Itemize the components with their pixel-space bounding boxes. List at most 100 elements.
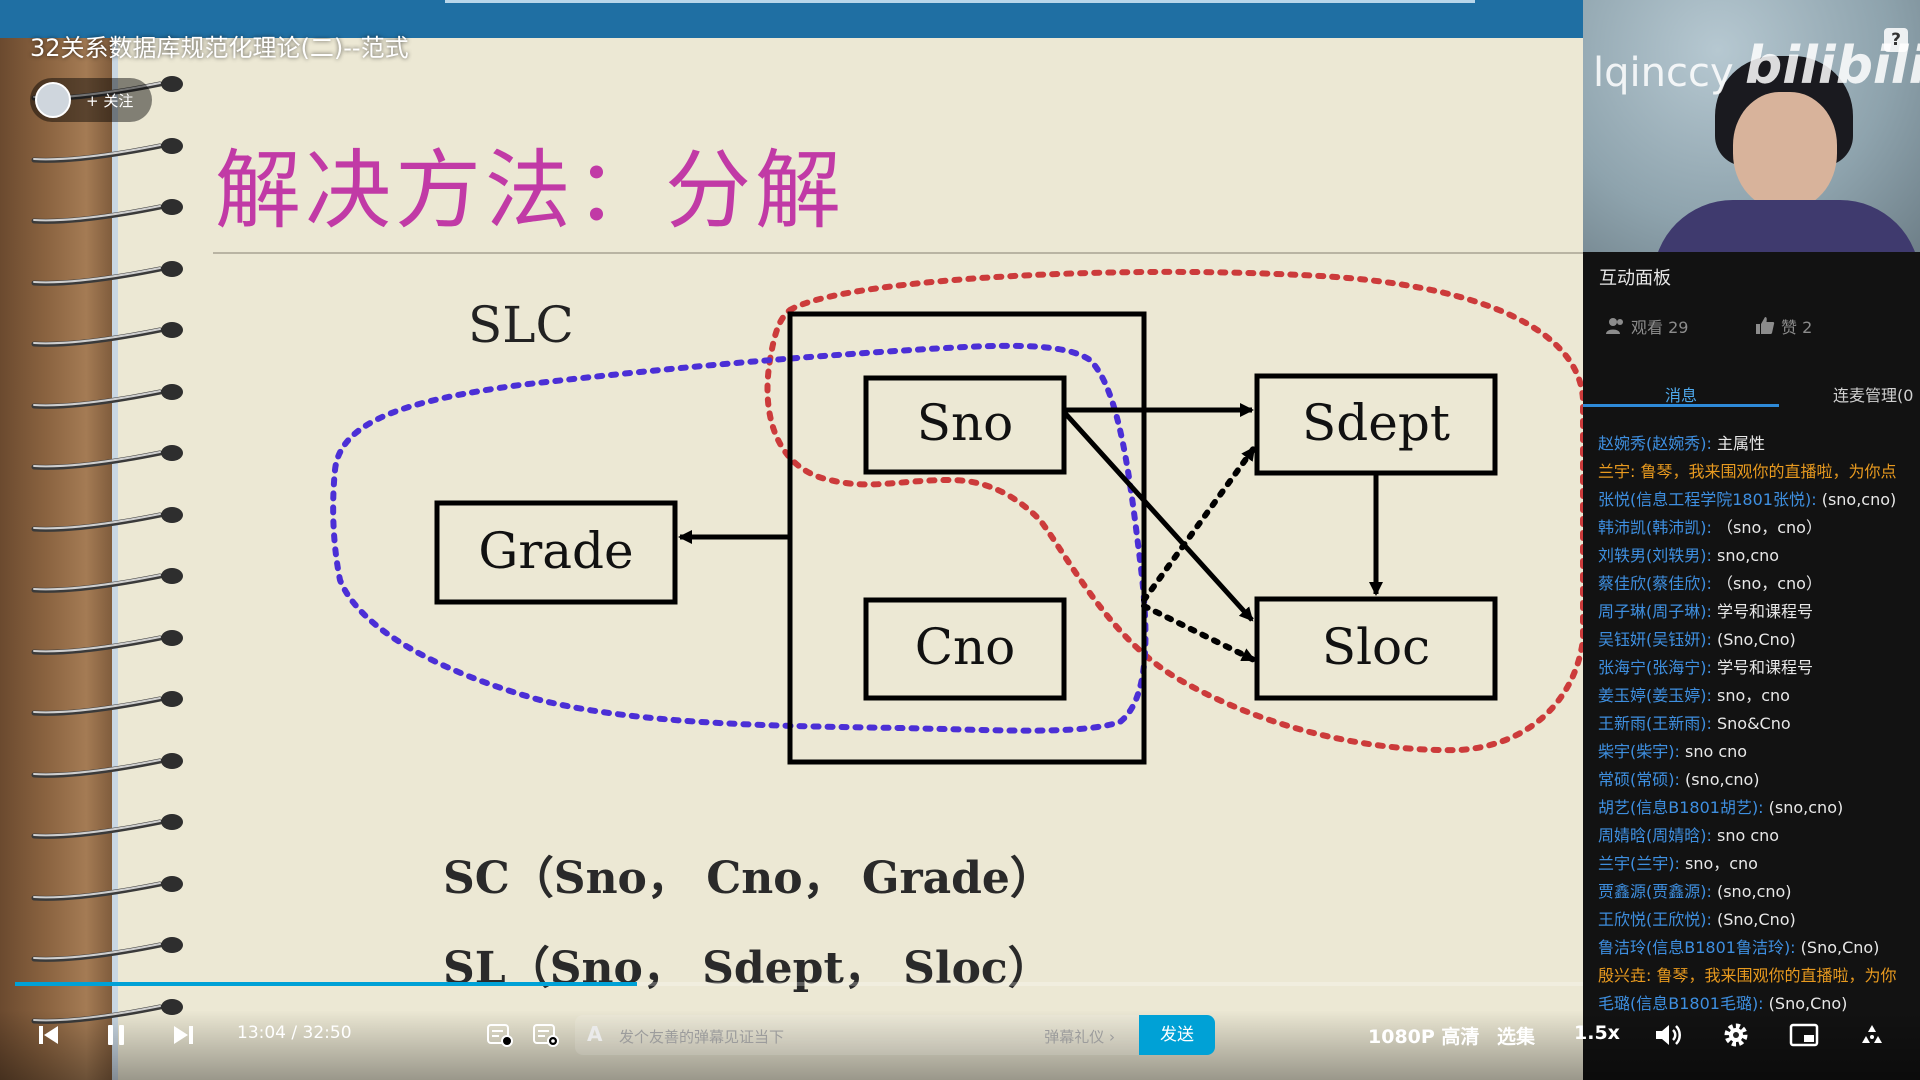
chat-message: 殷兴垚: 鲁琴，我来围观你的直播啦，为你 — [1598, 962, 1920, 990]
chat-username[interactable]: 柴宇(柴宇): — [1598, 742, 1680, 761]
chat-message: 周婧晗(周婧晗): sno cno — [1598, 822, 1920, 850]
chat-message: 姜玉婷(姜玉婷): sno，cno — [1598, 682, 1920, 710]
chat-text: (sno,cno) — [1816, 490, 1897, 509]
chat-text: (Sno,Cno) — [1711, 630, 1796, 649]
chat-username[interactable]: 周婧晗(周婧晗): — [1598, 826, 1712, 845]
like-count[interactable]: 赞 2 — [1755, 314, 1812, 338]
chat-text: sno cno — [1711, 826, 1780, 845]
previous-icon[interactable] — [32, 1019, 64, 1051]
progress-bar[interactable] — [15, 982, 1583, 986]
chat-message: 兰宇: 鲁琴，我来围观你的直播啦，为你点 — [1598, 458, 1920, 486]
chat-text: （sno，cno） — [1711, 574, 1822, 593]
chat-text: sno，cno — [1711, 686, 1790, 705]
chat-message: 兰宇(兰宇): sno，cno — [1598, 850, 1920, 878]
next-icon[interactable] — [168, 1019, 200, 1051]
chat-text: sno,cno — [1711, 546, 1780, 565]
viewer-count: 观看 29 — [1605, 314, 1688, 338]
relation-label-slc: SLC — [468, 296, 574, 354]
chat-message: 周子琳(周子琳): 学号和课程号 — [1598, 598, 1920, 626]
chat-text: (sno,cno) — [1711, 882, 1792, 901]
chat-text: 鲁琴，我来围观你的直播啦，为你点 — [1635, 462, 1897, 481]
panel-title: 互动面板 — [1599, 268, 1671, 289]
chat-username[interactable]: 张悦(信息工程学院1801张悦): — [1598, 490, 1817, 509]
key-group-box — [787, 311, 1147, 765]
episodes-button[interactable]: 选集 — [1497, 1022, 1535, 1049]
chat-text: 学号和课程号 — [1711, 658, 1813, 677]
danmaku-input-box[interactable]: A 发个友善的弹幕见证当下 弹幕礼仪 › 发送 — [575, 1015, 1215, 1055]
tab-mic-management[interactable]: 连麦管理(0 — [1833, 382, 1913, 406]
send-danmaku-button[interactable]: 发送 — [1139, 1015, 1215, 1055]
chat-message: 王新雨(王新雨): Sno&Cno — [1598, 710, 1920, 738]
chat-message: 张悦(信息工程学院1801张悦): (sno,cno) — [1598, 486, 1920, 514]
chat-username[interactable]: 刘轶男(刘轶男): — [1598, 546, 1712, 565]
danmaku-input[interactable]: 发个友善的弹幕见证当下 — [619, 1026, 784, 1047]
chat-message: 赵婉秀(赵婉秀): 主属性 — [1598, 430, 1920, 458]
chat-username[interactable]: 王新雨(王新雨): — [1598, 714, 1712, 733]
time-display: 13:04 / 32:50 — [237, 1023, 352, 1043]
volume-icon[interactable] — [1652, 1019, 1684, 1051]
chat-text: （sno，cno） — [1711, 518, 1822, 537]
presenter-face — [1733, 92, 1837, 210]
chat-message: 柴宇(柴宇): sno cno — [1598, 738, 1920, 766]
follow-label: + 关注 — [86, 92, 134, 110]
danmaku-etiquette-link[interactable]: 弹幕礼仪 › — [1044, 1026, 1115, 1047]
progress-bar-fill — [15, 982, 638, 986]
chat-username[interactable]: 吴钰妍(吴钰妍): — [1598, 630, 1712, 649]
chat-username[interactable]: 殷兴垚: — [1598, 966, 1651, 985]
chat-text: (sno,cno) — [1679, 770, 1760, 789]
chat-message: 韩沛凯(韩沛凯): （sno，cno） — [1598, 514, 1920, 542]
channel-watermark: lqinccy — [1593, 50, 1734, 96]
chat-username[interactable]: 韩沛凯(韩沛凯): — [1598, 518, 1712, 537]
pause-icon[interactable] — [100, 1019, 132, 1051]
box-grade-label: Grade — [478, 522, 633, 580]
settings-gear-icon[interactable] — [1720, 1019, 1752, 1051]
chat-username[interactable]: 姜玉婷(姜玉婷): — [1598, 686, 1712, 705]
dotted-arrow-key-to-sloc — [1141, 603, 1257, 663]
chat-message: 张海宁(张海宁): 学号和课程号 — [1598, 654, 1920, 682]
fullscreen-icon[interactable] — [1856, 1019, 1888, 1051]
danmaku-settings-icon[interactable] — [532, 1022, 560, 1048]
chat-username[interactable]: 蔡佳欣(蔡佳欣): — [1598, 574, 1712, 593]
picture-in-picture-icon[interactable] — [1788, 1019, 1820, 1051]
chat-message: 刘轶男(刘轶男): sno,cno — [1598, 542, 1920, 570]
panel-tabs: 消息 连麦管理(0 — [1583, 362, 1920, 406]
box-sloc-label: Sloc — [1322, 618, 1430, 676]
total-duration: 32:50 — [302, 1023, 352, 1043]
chat-username[interactable]: 张海宁(张海宁): — [1598, 658, 1712, 677]
slide-frame: 解决方法：分解 SLC Sno Cno Grade Sdept Sloc SC（… — [0, 0, 1583, 1080]
uploader-avatar[interactable] — [35, 82, 71, 118]
chat-username[interactable]: 周子琳(周子琳): — [1598, 602, 1712, 621]
video-player[interactable]: 解决方法：分解 SLC Sno Cno Grade Sdept Sloc SC（… — [0, 0, 1920, 1080]
help-icon[interactable]: ? — [1884, 28, 1908, 52]
chat-username[interactable]: 贾鑫源(贾鑫源): — [1598, 882, 1712, 901]
message-list[interactable]: 赵婉秀(赵婉秀): 主属性 兰宇: 鲁琴，我来围观你的直播啦，为你点 张悦(信息工程… — [1598, 430, 1920, 1018]
chat-username[interactable]: 赵婉秀(赵婉秀): — [1598, 434, 1712, 453]
chat-username[interactable]: 兰宇(兰宇): — [1598, 854, 1680, 873]
chat-text: 鲁琴，我来围观你的直播啦，为你 — [1651, 966, 1897, 985]
chat-text: (Sno,Cno) — [1711, 910, 1796, 929]
box-sdept-label: Sdept — [1302, 394, 1450, 452]
tab-messages[interactable]: 消息 — [1665, 382, 1697, 406]
chat-username[interactable]: 王欣悦(王欣悦): — [1598, 910, 1712, 929]
chat-text: sno cno — [1679, 742, 1748, 761]
like-count-text: 赞 2 — [1781, 318, 1813, 337]
chat-message: 蔡佳欣(蔡佳欣): （sno，cno） — [1598, 570, 1920, 598]
chat-text: (sno,cno) — [1763, 798, 1844, 817]
danmaku-toggle-icon[interactable] — [486, 1022, 514, 1048]
chat-username[interactable]: 鲁洁玲(信息B1801鲁洁玲): — [1598, 938, 1796, 957]
chat-username[interactable]: 兰宇: — [1598, 462, 1635, 481]
chat-username[interactable]: 胡艺(信息B1801胡艺): — [1598, 798, 1764, 817]
box-cno-label: Cno — [915, 618, 1016, 676]
playback-speed-button[interactable]: 1.5x — [1574, 1022, 1620, 1044]
quality-selector[interactable]: 1080P 高清 — [1368, 1022, 1479, 1049]
interaction-panel: 互动面板 观看 29 赞 2 消息 连麦管理(0 赵婉秀(赵婉秀): 主属性 兰宇… — [1583, 252, 1920, 1080]
chat-username[interactable]: 常硕(常硕): — [1598, 770, 1680, 789]
follow-button[interactable]: + 关注 — [30, 78, 152, 122]
thumbs-up-icon — [1756, 317, 1775, 334]
danmaku-style-icon[interactable]: A — [587, 1022, 602, 1046]
chat-message: 王欣悦(王欣悦): (Sno,Cno) — [1598, 906, 1920, 934]
chat-text: Sno&Cno — [1711, 714, 1791, 733]
arrow-sno-to-sloc — [1062, 410, 1254, 622]
current-time: 13:04 — [237, 1023, 286, 1043]
equation-sl: SL（Sno， Sdept， Sloc） — [443, 943, 1052, 994]
